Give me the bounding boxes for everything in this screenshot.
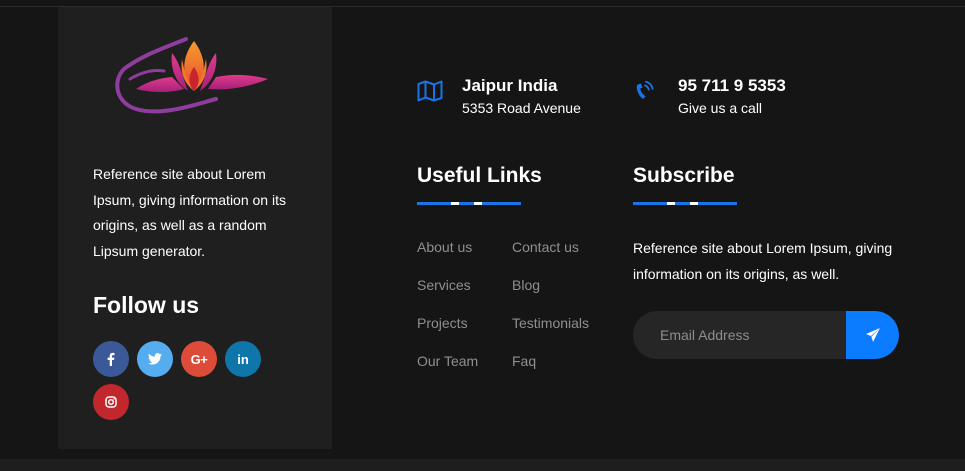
phone-title: 95 711 9 5353	[678, 76, 786, 95]
map-icon	[417, 80, 443, 102]
useful-links-underline	[417, 202, 521, 205]
twitter-icon	[148, 353, 162, 365]
link-our-team[interactable]: Our Team	[417, 353, 478, 369]
email-input[interactable]	[633, 311, 846, 359]
bottom-bar	[0, 459, 965, 471]
subscribe-button[interactable]	[846, 311, 899, 359]
follow-us-title: Follow us	[93, 292, 200, 318]
link-services[interactable]: Services	[417, 277, 471, 293]
facebook-icon	[107, 352, 115, 366]
about-panel: Reference site about Lorem Ipsum, giving…	[58, 7, 332, 449]
linkedin-button[interactable]: in	[225, 341, 261, 377]
useful-links-title: Useful Links	[417, 164, 542, 187]
link-testimonials[interactable]: Testimonials	[512, 315, 589, 331]
location-title: Jaipur India	[462, 76, 558, 95]
subscribe-form	[633, 311, 899, 359]
instagram-button[interactable]	[93, 384, 129, 420]
link-faq[interactable]: Faq	[512, 353, 536, 369]
link-contact-us[interactable]: Contact us	[512, 239, 579, 255]
facebook-button[interactable]	[93, 341, 129, 377]
phone-icon	[636, 80, 654, 99]
link-projects[interactable]: Projects	[417, 315, 468, 331]
about-text: Reference site about Lorem Ipsum, giving…	[93, 166, 286, 259]
send-icon	[865, 328, 880, 342]
subscribe-underline	[633, 202, 737, 205]
twitter-button[interactable]	[137, 341, 173, 377]
google-plus-button[interactable]: G+	[181, 341, 217, 377]
google-plus-icon: G+	[190, 351, 208, 367]
lotus-logo	[115, 37, 268, 114]
instagram-icon	[105, 396, 117, 408]
link-blog[interactable]: Blog	[512, 277, 540, 293]
link-about-us[interactable]: About us	[417, 239, 472, 255]
phone-subtitle: Give us a call	[678, 100, 763, 116]
linkedin-icon: in	[237, 351, 249, 367]
location-subtitle: 5353 Road Avenue	[462, 100, 581, 116]
subscribe-title: Subscribe	[633, 164, 735, 187]
subscribe-text: Reference site about Lorem Ipsum, giving…	[633, 240, 893, 282]
